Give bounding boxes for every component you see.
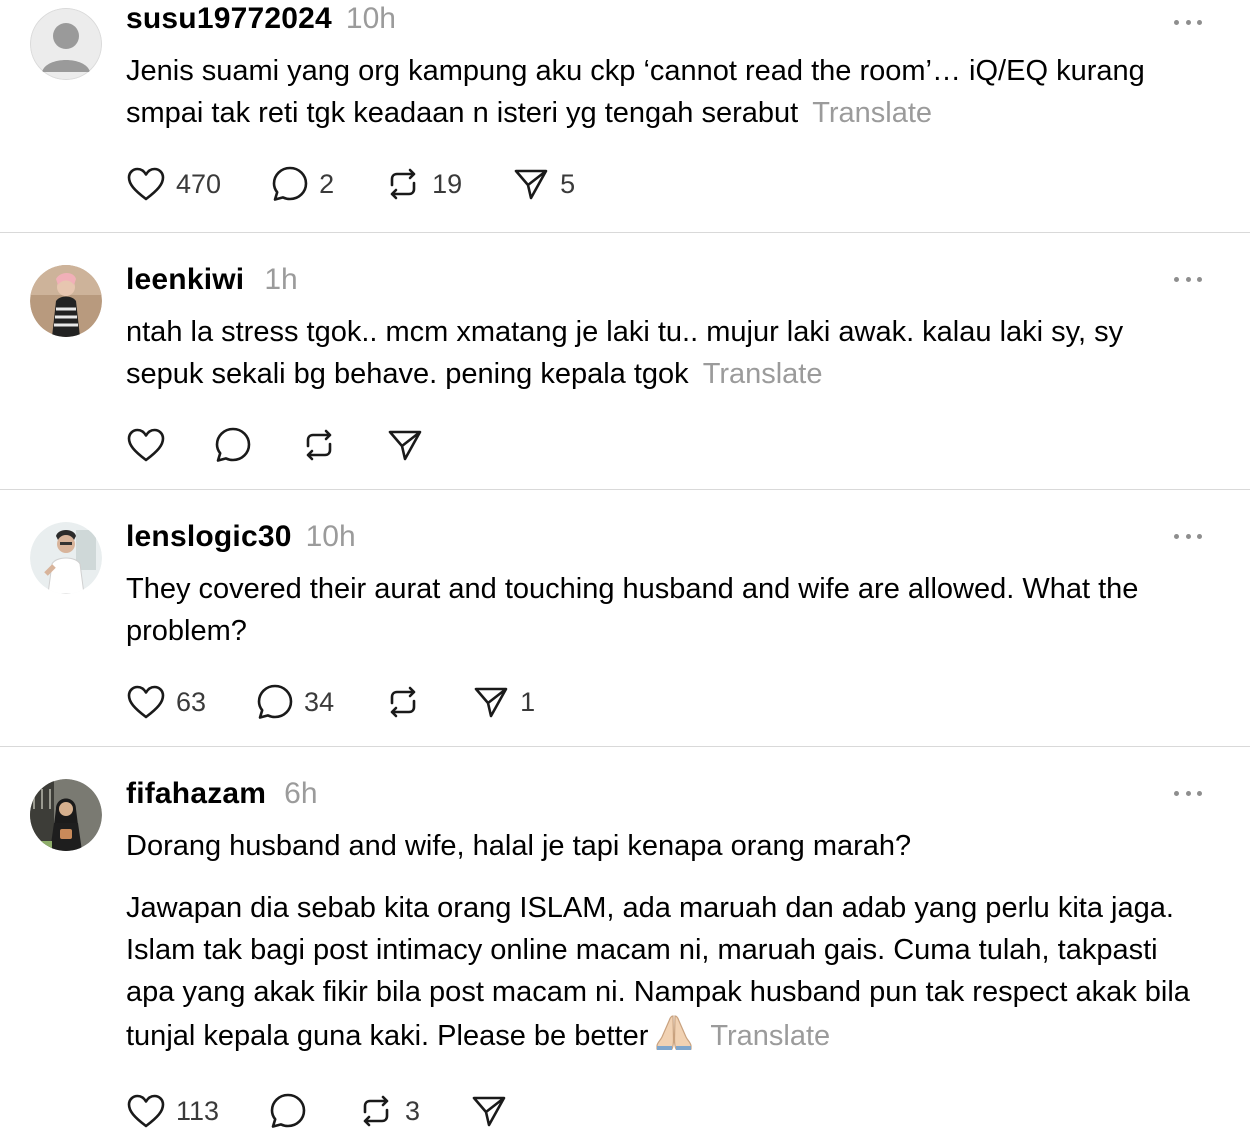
repost-icon [390, 168, 416, 200]
post-body: They covered their aurat and touching hu… [126, 573, 1139, 647]
reply-post: susu19772024 10h Jenis suami yang org ka… [0, 0, 1250, 233]
post-body: Dorang husband and wife, halal je tapi k… [126, 830, 912, 862]
action-bar: 63 34 1 [126, 682, 1190, 722]
comment-icon [215, 427, 251, 462]
timestamp: 1h [264, 263, 298, 296]
repost-button[interactable]: 19 [384, 165, 462, 203]
reply-post: leenkiwi 1h ntah la stress tgok.. mcm xm… [0, 233, 1250, 490]
share-button[interactable] [386, 427, 424, 463]
avatar[interactable] [30, 522, 102, 594]
repost-button[interactable] [384, 683, 422, 721]
action-bar: 470 2 19 5 [126, 164, 1190, 204]
reply-button[interactable]: 34 [256, 683, 334, 721]
username[interactable]: fifahazam [126, 777, 266, 811]
comment-icon [257, 684, 293, 719]
post-body: ntah la stress tgok.. mcm xmatang je lak… [126, 316, 1124, 390]
avatar[interactable] [30, 8, 102, 80]
post-header: leenkiwi 1h [126, 233, 1190, 303]
repost-icon [363, 1095, 389, 1127]
like-button[interactable]: 470 [126, 166, 221, 202]
emoji-folded-hands [654, 1013, 694, 1063]
post-header: susu19772024 10h [126, 0, 1190, 42]
share-button[interactable] [470, 1093, 508, 1129]
user-photo-icon [30, 522, 102, 594]
send-icon [514, 169, 548, 200]
share-count: 1 [520, 686, 536, 717]
post-text: Dorang husband and wife, halal je tapi k… [126, 825, 1190, 1063]
username[interactable]: leenkiwi [126, 263, 244, 297]
repost-button[interactable] [300, 426, 338, 464]
user-photo-icon [30, 779, 102, 851]
send-icon [474, 687, 508, 718]
reply-button[interactable]: 2 [271, 165, 334, 203]
heart-icon [127, 428, 165, 462]
like-button[interactable]: 113 [126, 1093, 219, 1129]
more-options-icon[interactable] [1174, 788, 1202, 798]
post-text: They covered their aurat and touching hu… [126, 568, 1190, 652]
post-text: ntah la stress tgok.. mcm xmatang je lak… [126, 311, 1190, 395]
avatar[interactable] [30, 265, 102, 337]
share-count: 5 [560, 168, 576, 199]
username[interactable]: lenslogic30 [126, 520, 292, 554]
translate-link[interactable]: Translate [812, 97, 932, 129]
heart-icon [127, 167, 165, 201]
user-photo-icon [30, 265, 102, 337]
share-button[interactable]: 1 [472, 684, 535, 720]
post-text: Jenis suami yang org kampung aku ckp ‘ca… [126, 50, 1190, 134]
repost-count: 3 [405, 1095, 421, 1126]
timestamp: 10h [345, 2, 396, 35]
send-icon [472, 1096, 506, 1127]
timestamp: 6h [284, 777, 318, 810]
post-header: fifahazam 6h [126, 747, 1190, 817]
folded-hands-icon [656, 1015, 692, 1050]
like-count: 113 [176, 1095, 220, 1126]
timestamp: 10h [305, 520, 356, 553]
repost-icon [390, 686, 416, 718]
share-button[interactable]: 5 [512, 166, 575, 202]
send-icon [388, 430, 422, 461]
repost-button[interactable]: 3 [357, 1092, 420, 1130]
post-body: Jenis suami yang org kampung aku ckp ‘ca… [126, 55, 1145, 129]
action-bar: 113 3 [126, 1091, 1190, 1131]
action-bar [126, 425, 1190, 465]
username[interactable]: susu19772024 [126, 2, 332, 36]
reply-button[interactable] [269, 1092, 307, 1130]
more-options-icon[interactable] [1174, 531, 1202, 541]
translate-link[interactable]: Translate [710, 1020, 830, 1052]
repost-icon [306, 429, 332, 461]
post-header: lenslogic30 10h [126, 490, 1190, 560]
heart-icon [127, 1094, 165, 1128]
more-options-icon[interactable] [1174, 274, 1202, 284]
like-button[interactable]: 63 [126, 684, 206, 720]
heart-icon [127, 685, 165, 719]
reply-post: fifahazam 6h Dorang husband and wife, ha… [0, 747, 1250, 1136]
reply-count: 34 [304, 686, 335, 717]
repost-count: 19 [432, 168, 463, 199]
reply-count: 2 [319, 168, 335, 199]
replies-feed: susu19772024 10h Jenis suami yang org ka… [0, 0, 1250, 1136]
comment-icon [270, 1093, 306, 1128]
translate-link[interactable]: Translate [703, 358, 823, 390]
like-button[interactable] [126, 427, 166, 463]
like-count: 470 [176, 168, 222, 199]
reply-post: lenslogic30 10h They covered their aurat… [0, 490, 1250, 747]
reply-button[interactable] [214, 426, 252, 464]
avatar[interactable] [30, 779, 102, 851]
default-user-avatar-icon [30, 8, 102, 80]
like-count: 63 [176, 686, 207, 717]
comment-icon [272, 166, 308, 201]
more-options-icon[interactable] [1174, 17, 1202, 27]
